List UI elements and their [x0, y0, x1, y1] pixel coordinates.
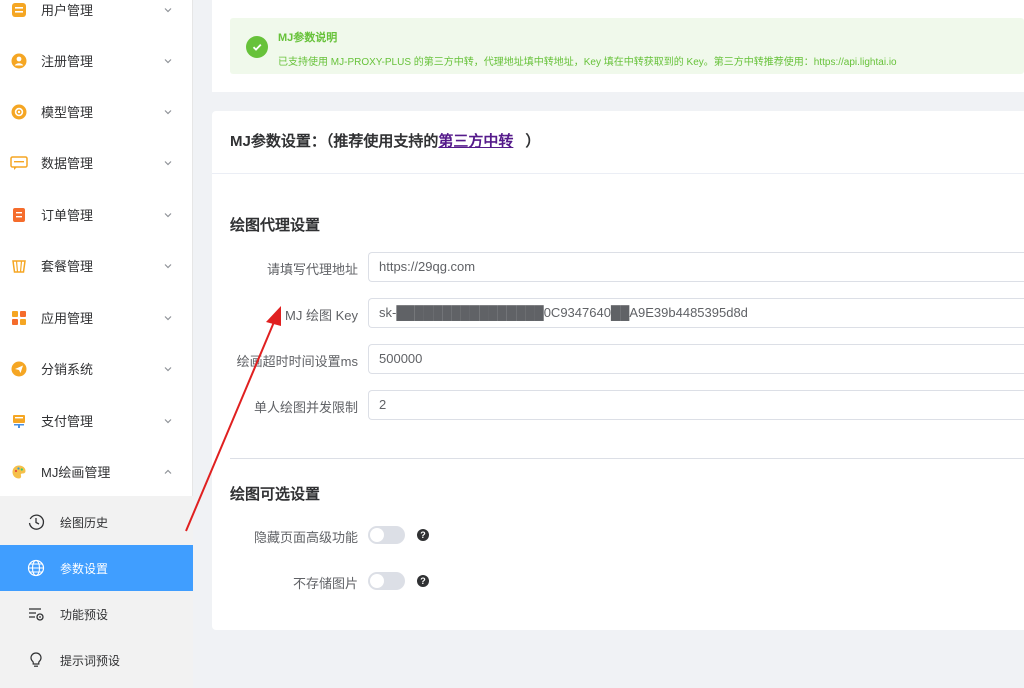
switch-label-hide-advanced: 隐藏页面高级功能 [253, 530, 358, 545]
chevron-down-icon [162, 4, 174, 16]
preset-icon [27, 605, 45, 623]
card-title-suffix: ） [525, 133, 541, 150]
proxy-url-input[interactable]: https://29qg.com [368, 252, 1024, 282]
chevron-down-icon [162, 209, 174, 221]
sidebar-item-models[interactable]: 模型管理 [0, 86, 193, 137]
sidebar-item-label: 应用管理 [41, 311, 94, 326]
no-store-image-toggle[interactable] [368, 572, 405, 590]
sidebar-item-register[interactable]: 注册管理 [0, 35, 193, 86]
switch-label-no-store: 不存储图片 [292, 576, 358, 591]
chevron-down-icon [162, 106, 174, 118]
sidebar-item-label: MJ绘画管理 [41, 465, 111, 480]
order-icon [10, 206, 28, 224]
mj-key-input[interactable]: sk-████████████████0C9347640██A9E39b4485… [368, 298, 1024, 328]
bulb-icon [27, 651, 45, 669]
sidebar-item-distribution[interactable]: 分销系统 [0, 343, 193, 394]
card-header: MJ参数设置：（推荐使用支持的第三方中转 ） [212, 111, 1024, 174]
concurrency-input[interactable]: 2 [368, 390, 1024, 420]
sidebar-item-label: 支付管理 [41, 414, 94, 429]
apps-icon [10, 309, 28, 327]
sidebar-subitem-label: 参数设置 [60, 561, 109, 576]
sidebar-item-users[interactable]: 用户管理 [0, 0, 193, 35]
help-icon[interactable]: ? [417, 529, 429, 541]
sidebar-item-apps[interactable]: 应用管理 [0, 292, 193, 343]
third-party-relay-link[interactable]: 第三方中转 [438, 133, 513, 150]
field-label-mj-key: MJ 绘图 Key [285, 308, 358, 323]
settings-card: MJ参数设置：（推荐使用支持的第三方中转 ） 绘图代理设置 请填写代理地址 htt… [212, 111, 1024, 630]
chevron-down-icon [162, 312, 174, 324]
chat-data-icon [10, 154, 28, 172]
submenu-mj: 绘图历史 参数设置 功能预设 提示词预设 [0, 496, 193, 688]
model-icon [10, 103, 28, 121]
sidebar-subitem-history[interactable]: 绘图历史 [0, 499, 193, 545]
sidebar-item-label: 订单管理 [41, 208, 94, 223]
sidebar-item-label: 套餐管理 [41, 259, 94, 274]
chevron-down-icon [162, 260, 174, 272]
payment-icon [10, 412, 28, 430]
sidebar-subitem-presets[interactable]: 功能预设 [0, 591, 193, 637]
package-icon [10, 257, 28, 275]
sidebar-subitem-label: 提示词预设 [60, 653, 121, 668]
timeout-input[interactable]: 500000 [368, 344, 1024, 374]
success-alert: MJ参数说明 已支持使用 MJ-PROXY-PLUS 的第三方中转，代理地址填中… [230, 18, 1024, 74]
field-label-timeout: 绘画超时时间设置ms [236, 354, 358, 369]
sidebar-item-data[interactable]: 数据管理 [0, 137, 193, 188]
send-icon [10, 360, 28, 378]
field-label-concurrency: 单人绘图并发限制 [253, 400, 358, 415]
chevron-down-icon [162, 415, 174, 427]
sidebar-item-label: 模型管理 [41, 105, 94, 120]
user-circle-icon [10, 52, 28, 70]
sidebar-item-label: 分销系统 [41, 362, 94, 377]
help-icon[interactable]: ? [417, 575, 429, 587]
section-title-optional: 绘图可选设置 [230, 486, 321, 503]
section-title-proxy: 绘图代理设置 [230, 217, 321, 234]
sidebar-item-label: 数据管理 [41, 156, 94, 171]
section-divider [230, 458, 1024, 459]
hide-advanced-toggle[interactable] [368, 526, 405, 544]
sidebar-item-mj-painting[interactable]: MJ绘画管理 [0, 446, 193, 497]
alert-title: MJ参数说明 [278, 32, 338, 44]
chevron-down-icon [162, 55, 174, 67]
sidebar-item-packages[interactable]: 套餐管理 [0, 240, 193, 291]
chevron-down-icon [162, 363, 174, 375]
alert-description: 已支持使用 MJ-PROXY-PLUS 的第三方中转，代理地址填中转地址，Key… [278, 57, 897, 68]
card-title-prefix: MJ参数设置：（推荐使用支持的 [230, 133, 439, 150]
sidebar-subitem-label: 功能预设 [60, 607, 109, 622]
sidebar-item-orders[interactable]: 订单管理 [0, 189, 193, 240]
palette-icon [10, 463, 28, 481]
sidebar-item-label: 注册管理 [41, 54, 94, 69]
user-card-icon [10, 1, 28, 19]
globe-icon [27, 559, 45, 577]
card-title: MJ参数设置：（推荐使用支持的第三方中转 ） [230, 130, 540, 151]
sidebar-item-label: 用户管理 [41, 3, 94, 18]
check-circle-icon [246, 36, 268, 58]
chevron-down-icon [162, 157, 174, 169]
sidebar-subitem-label: 绘图历史 [60, 515, 109, 530]
field-label-proxy-url: 请填写代理地址 [266, 262, 358, 277]
sidebar-subitem-prompts[interactable]: 提示词预设 [0, 637, 193, 683]
sidebar: 用户管理 注册管理 模型管理 数据管理 订单管理 套餐管理 应用管理 分销系统 … [0, 0, 193, 688]
sidebar-item-payment[interactable]: 支付管理 [0, 395, 193, 446]
chevron-up-icon [162, 466, 174, 478]
sidebar-subitem-params[interactable]: 参数设置 [0, 545, 193, 591]
history-icon [27, 513, 45, 531]
